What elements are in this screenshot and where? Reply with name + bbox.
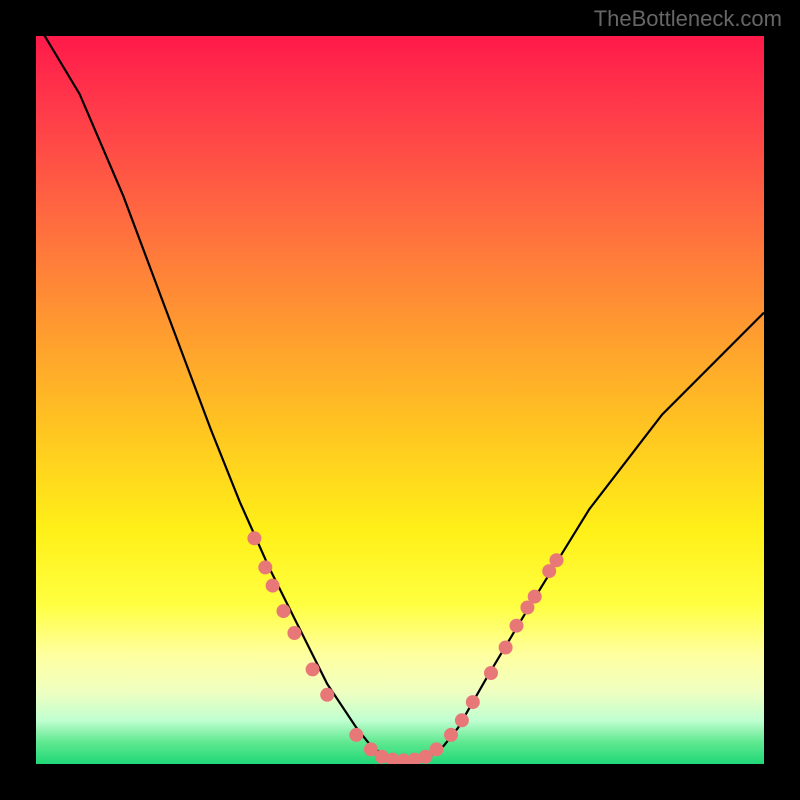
scatter-points [247, 531, 563, 764]
data-point [306, 662, 320, 676]
data-point [484, 666, 498, 680]
data-point [349, 728, 363, 742]
data-point [320, 688, 334, 702]
data-point [466, 695, 480, 709]
data-point [429, 742, 443, 756]
data-point [444, 728, 458, 742]
data-point [499, 641, 513, 655]
data-point [277, 604, 291, 618]
bottleneck-curve [36, 36, 764, 760]
data-point [287, 626, 301, 640]
data-point [550, 553, 564, 567]
chart-svg [36, 36, 764, 764]
data-point [247, 531, 261, 545]
data-point [266, 579, 280, 593]
data-point [258, 560, 272, 574]
watermark-text: TheBottleneck.com [594, 6, 782, 32]
data-point [528, 590, 542, 604]
plot-area [36, 36, 764, 764]
data-point [510, 619, 524, 633]
data-point [455, 713, 469, 727]
